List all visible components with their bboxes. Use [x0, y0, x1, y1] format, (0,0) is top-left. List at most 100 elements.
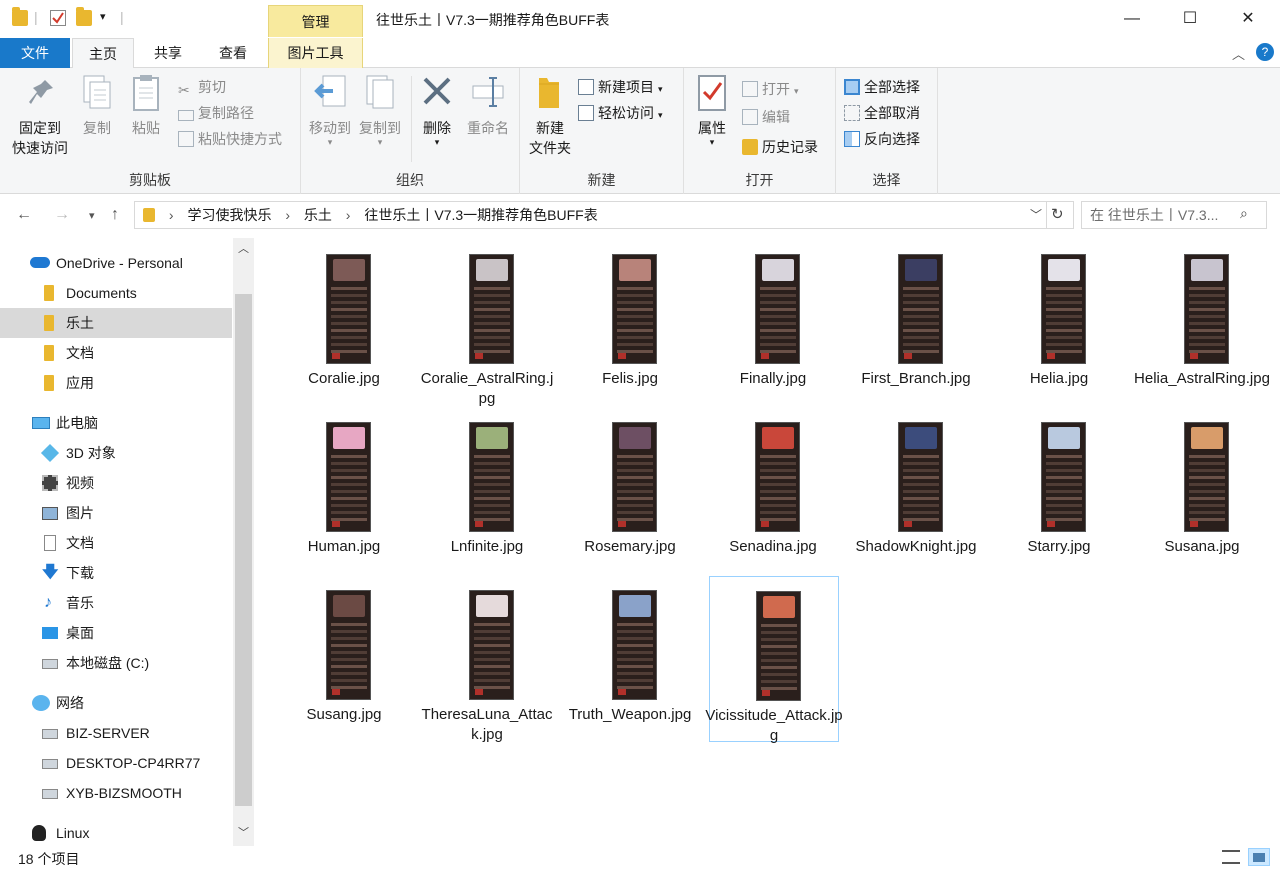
tab-view[interactable]: 查看: [202, 38, 264, 68]
nav-item-downloads[interactable]: 🡇 下载: [0, 558, 232, 588]
help-icon[interactable]: ?: [1256, 43, 1274, 61]
file-item[interactable]: Felis.jpg: [566, 240, 696, 406]
paste-shortcut-button[interactable]: 粘贴快捷方式: [178, 128, 282, 150]
scroll-up-icon[interactable]: ︿: [238, 240, 249, 256]
delete-button[interactable]: 删除 ▾: [415, 74, 459, 147]
thumbnail-row: [474, 637, 510, 640]
file-item[interactable]: TheresaLuna_Attack.jpg: [422, 576, 553, 743]
nav-item-letu[interactable]: 乐土: [0, 308, 232, 338]
tab-share[interactable]: 共享: [138, 38, 198, 68]
breadcrumb-item[interactable]: 学习使我快乐: [187, 207, 271, 223]
file-item[interactable]: Senadina.jpg: [709, 408, 839, 574]
search-box[interactable]: 在 往世乐土丨V7.3... ⌕: [1081, 201, 1267, 229]
tab-home[interactable]: 主页: [72, 38, 134, 69]
file-item[interactable]: Susang.jpg: [280, 576, 410, 742]
back-arrow-icon[interactable]: ←: [16, 206, 32, 224]
move-to-button[interactable]: 移动到 ▾: [305, 74, 355, 147]
collapse-ribbon-icon[interactable]: ︿: [1232, 44, 1245, 63]
nav-item-this-pc[interactable]: 此电脑: [0, 408, 232, 438]
nav-item-docs[interactable]: 文档: [0, 528, 232, 558]
file-item[interactable]: Human.jpg: [280, 408, 410, 574]
file-item[interactable]: Finally.jpg: [709, 240, 839, 406]
thumbnail-row: [617, 462, 653, 465]
up-arrow-icon[interactable]: ↑: [111, 206, 119, 224]
file-item[interactable]: Susana.jpg: [1138, 408, 1268, 574]
scroll-down-icon[interactable]: ﹀: [238, 824, 249, 840]
file-item[interactable]: Coralie.jpg: [280, 240, 410, 406]
open-button[interactable]: 打开 ▾: [742, 78, 799, 100]
nav-item-wendang[interactable]: 文档: [0, 338, 232, 368]
nav-item-documents[interactable]: Documents: [0, 278, 232, 308]
nav-item-linux[interactable]: Linux: [0, 818, 232, 848]
new-folder-icon[interactable]: [76, 7, 92, 26]
thumbnail-row: [903, 483, 939, 486]
file-item[interactable]: Starry.jpg: [995, 408, 1125, 574]
copy-button[interactable]: 复制: [76, 74, 118, 138]
pin-quick-access-button[interactable]: 固定到 快速访问: [4, 74, 76, 158]
nav-item-desktop[interactable]: 桌面: [0, 618, 232, 648]
paste-button[interactable]: 粘贴: [124, 74, 168, 138]
file-item[interactable]: ShadowKnight.jpg: [852, 408, 982, 574]
nav-item-3d-objects[interactable]: 3D 对象: [0, 438, 232, 468]
search-icon[interactable]: ⌕: [1240, 205, 1248, 222]
properties-button[interactable]: 属性 ▾: [690, 74, 734, 147]
maximize-button[interactable]: ☐: [1160, 0, 1220, 38]
address-bar[interactable]: › 学习使我快乐 › 乐土 › 往世乐土丨V7.3一期推荐角色BUFF表 ﹀ ↻: [134, 201, 1074, 229]
file-item[interactable]: Coralie_AstralRing.jpg: [421, 240, 553, 407]
file-item[interactable]: Truth_Weapon.jpg: [566, 576, 696, 742]
select-none-button[interactable]: 全部取消: [844, 102, 920, 124]
address-dropdown-icon[interactable]: ﹀: [1030, 206, 1042, 223]
nav-item-videos[interactable]: 视频: [0, 468, 232, 498]
thumbnail-mark: [904, 521, 912, 527]
forward-arrow-icon[interactable]: →: [54, 206, 70, 224]
minimize-button[interactable]: —: [1102, 0, 1162, 38]
file-item[interactable]: First_Branch.jpg: [852, 240, 982, 406]
file-item[interactable]: Helia_AstralRing.jpg: [1134, 240, 1270, 406]
properties-check-icon[interactable]: [50, 10, 66, 26]
history-icon: [742, 139, 758, 155]
refresh-icon[interactable]: ↻: [1051, 205, 1064, 223]
edit-button[interactable]: 编辑: [742, 106, 790, 128]
tab-picture-tools[interactable]: 图片工具: [268, 38, 363, 68]
manage-context-tab-header[interactable]: 管理: [268, 5, 363, 37]
thumbnail-row: [331, 469, 367, 472]
new-item-button[interactable]: 新建项目 ▾: [578, 76, 663, 98]
large-icons-view-icon[interactable]: [1248, 848, 1270, 866]
nav-scrollbar[interactable]: ︿ ﹀: [233, 238, 254, 846]
breadcrumb-item[interactable]: 乐土: [304, 207, 332, 223]
thumbnail-row: [474, 665, 510, 668]
thumbnail-row: [617, 504, 653, 507]
recent-locations-chevron-icon[interactable]: ▾: [89, 209, 95, 222]
nav-item-onedrive[interactable]: OneDrive - Personal: [0, 248, 232, 278]
breadcrumb-item[interactable]: 往世乐土丨V7.3一期推荐角色BUFF表: [364, 207, 597, 223]
copy-to-button[interactable]: 复制到 ▾: [355, 74, 405, 147]
nav-item-local-disk[interactable]: 本地磁盘 (C:): [0, 648, 232, 678]
file-item[interactable]: Helia.jpg: [995, 240, 1125, 406]
customize-qat-icon[interactable]: ▾: [100, 10, 106, 23]
select-all-button[interactable]: 全部选择: [844, 76, 920, 98]
nav-item-server[interactable]: XYB-BIZSMOOTH: [0, 778, 232, 808]
folder-icon: [44, 315, 54, 331]
details-view-icon[interactable]: [1222, 850, 1240, 864]
new-folder-button[interactable]: 新建 文件夹: [524, 74, 576, 158]
nav-item-server[interactable]: BIZ-SERVER: [0, 718, 232, 748]
cut-button[interactable]: ✂ 剪切: [178, 76, 226, 98]
file-item[interactable]: Rosemary.jpg: [566, 408, 696, 574]
nav-item-yingyong[interactable]: 应用: [0, 368, 232, 398]
nav-item-server[interactable]: DESKTOP-CP4RR77: [0, 748, 232, 778]
file-item[interactable]: Vicissitude_Attack.jpg: [705, 576, 843, 744]
nav-item-pictures[interactable]: 图片: [0, 498, 232, 528]
nav-item-music[interactable]: ♪ 音乐: [0, 588, 232, 618]
easy-access-button[interactable]: 轻松访问 ▾: [578, 102, 663, 124]
nav-item-network[interactable]: 网络: [0, 688, 232, 718]
thumbnail-row: [761, 638, 797, 641]
history-button[interactable]: 历史记录: [742, 136, 818, 158]
copy-path-button[interactable]: 复制路径: [178, 102, 254, 124]
thumbnail-portrait: [333, 427, 365, 449]
scroll-thumb[interactable]: [235, 294, 252, 806]
invert-selection-button[interactable]: 反向选择: [844, 128, 920, 150]
file-item[interactable]: Lnfinite.jpg: [423, 408, 553, 574]
rename-button[interactable]: 重命名: [461, 74, 515, 138]
search-input[interactable]: 在 往世乐土丨V7.3...: [1090, 202, 1218, 228]
close-button[interactable]: ✕: [1218, 0, 1278, 38]
